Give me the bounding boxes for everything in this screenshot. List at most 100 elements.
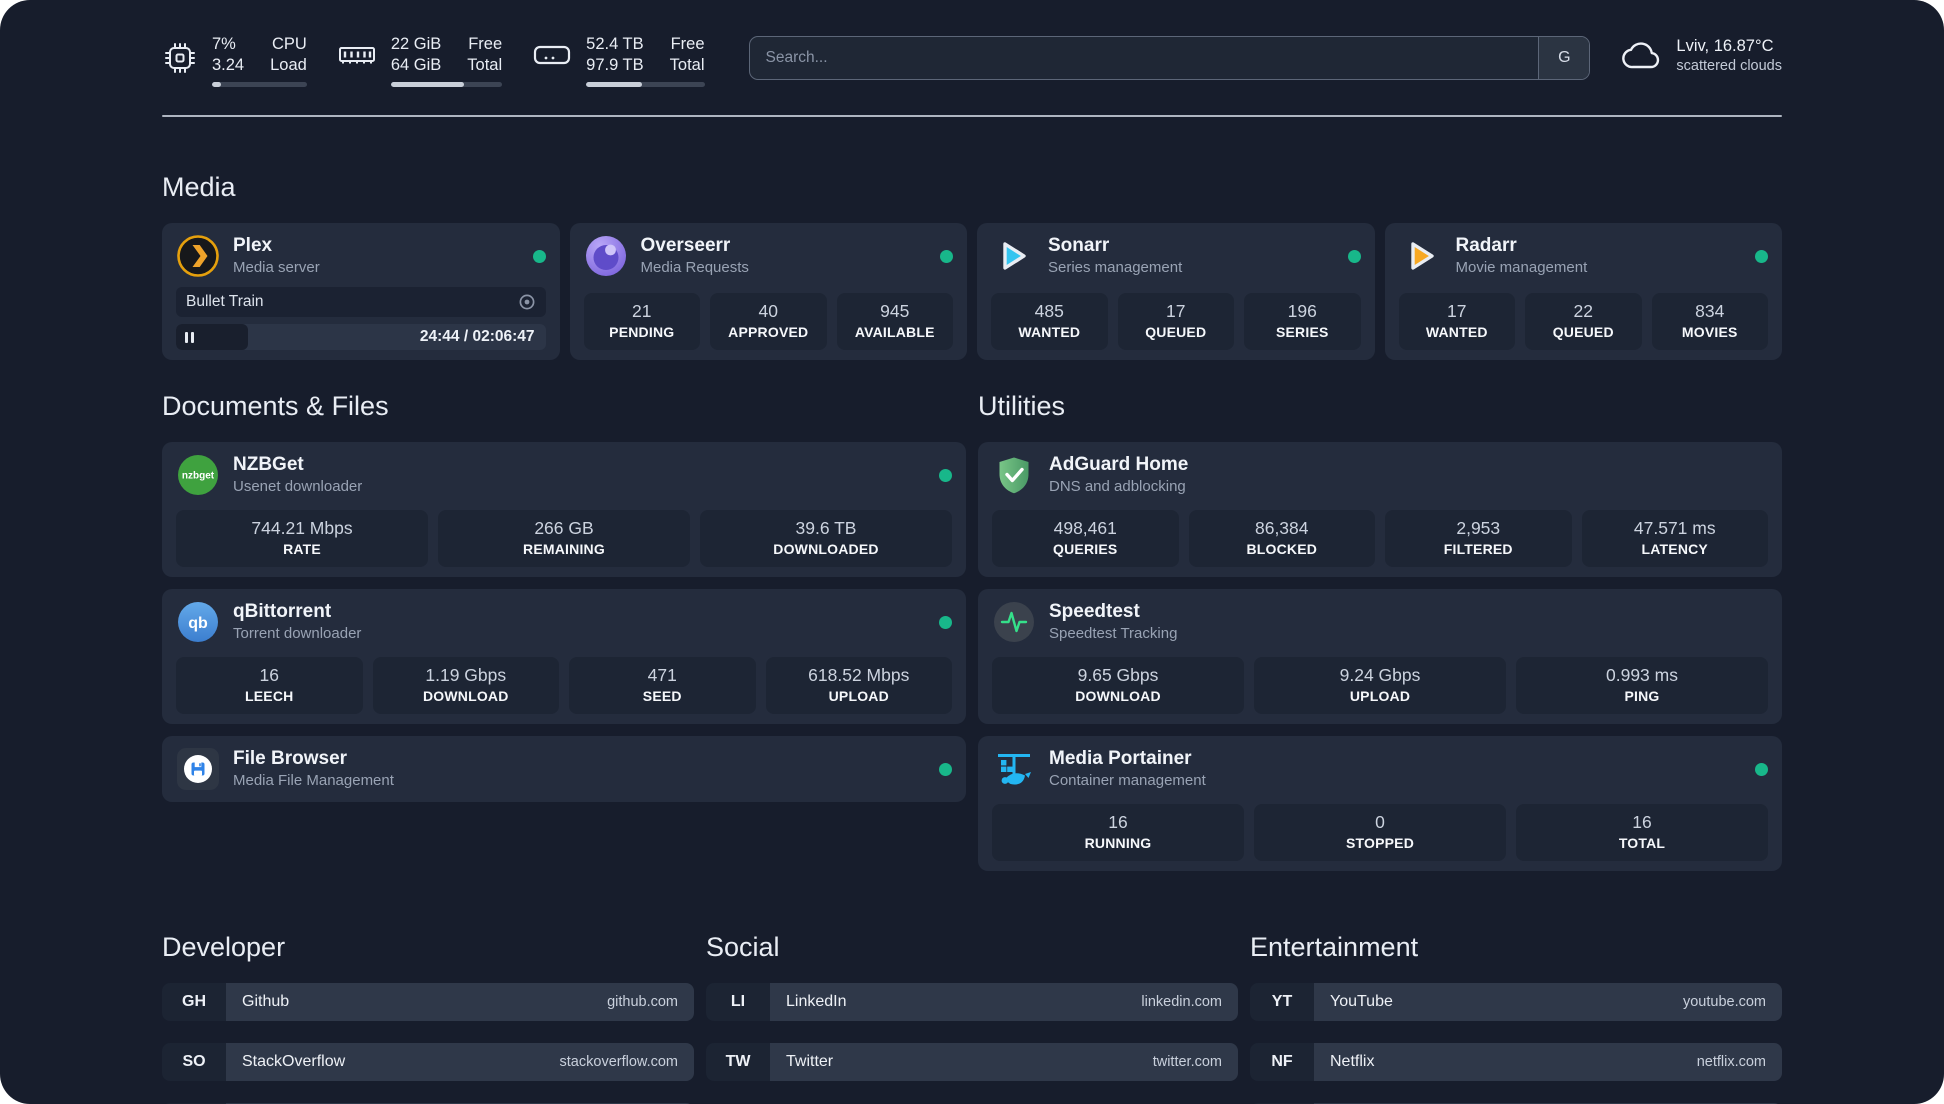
link-stackoverflow[interactable]: SO StackOverflow stackoverflow.com [162, 1043, 694, 1081]
app-desc: Speedtest Tracking [1049, 625, 1178, 642]
playback-progress: 24:44 / 02:06:47 [176, 324, 546, 350]
nzbget-card[interactable]: nzbget NZBGet Usenet downloader 744.21 M… [162, 442, 966, 577]
header-divider [162, 115, 1782, 117]
plex-card[interactable]: Plex Media server Bullet Train 24:44 / 0… [162, 223, 560, 360]
stat-series: 196 SERIES [1244, 293, 1361, 350]
stat-stopped: 0 STOPPED [1254, 804, 1506, 861]
disk-free-label: Free [670, 35, 705, 53]
documents-column: Documents & Files nzbget NZBGet Usenet d… [162, 390, 966, 802]
status-dot [1347, 249, 1361, 263]
link-twitter[interactable]: TW Twitter twitter.com [706, 1043, 1238, 1081]
media-grid: Plex Media server Bullet Train 24:44 / 0… [162, 223, 1782, 360]
plex-icon [176, 234, 220, 278]
link-url: stackoverflow.com [559, 1054, 678, 1070]
disk-total: 97.9 TB [586, 56, 644, 74]
cpu-label: CPU [272, 35, 307, 53]
link-abbr: YT [1250, 983, 1314, 1021]
app-name: Plex [233, 235, 273, 256]
stat-upload: 618.52 Mbps UPLOAD [765, 657, 952, 714]
disk-drive-icon [532, 34, 572, 70]
section-title-social: Social [706, 932, 780, 962]
cpu-load: 3.24 [212, 56, 245, 74]
link-github[interactable]: GH Github github.com [162, 983, 694, 1021]
app-name: qBittorrent [233, 601, 332, 622]
stat-available: 945 AVAILABLE [836, 293, 953, 350]
developer-section: Developer GH Github github.com SO StackO… [162, 931, 694, 1104]
stat-wanted: 485 WANTED [991, 293, 1108, 350]
pause-button[interactable] [185, 331, 194, 343]
link-linkedin[interactable]: LI LinkedIn linkedin.com [706, 983, 1238, 1021]
app-desc: Movie management [1455, 259, 1588, 276]
stat-download: 9.65 Gbps DOWNLOAD [992, 657, 1244, 714]
portainer-card[interactable]: Media Portainer Container management 16 … [978, 736, 1782, 871]
now-playing-row: Bullet Train [176, 287, 546, 317]
entertainment-section: Entertainment YT YouTube youtube.com NF … [1250, 931, 1782, 1104]
link-url: netflix.com [1696, 1054, 1766, 1070]
ram-stat: 22 GiB Free 64 GiB Total [337, 34, 503, 87]
link-label: StackOverflow [242, 1053, 346, 1070]
section-title-entertainment: Entertainment [1250, 932, 1419, 962]
weather-widget: Lviv, 16.87°C scattered clouds [1620, 36, 1782, 76]
link-label: LinkedIn [786, 993, 847, 1010]
speedtest-card[interactable]: Speedtest Speedtest Tracking 9.65 Gbps D… [978, 589, 1782, 724]
search-bar[interactable]: G [748, 36, 1591, 80]
link-label: YouTube [1330, 993, 1393, 1010]
app-name: Sonarr [1048, 235, 1110, 256]
disk-progress-fill [586, 82, 642, 87]
status-dot [939, 468, 952, 482]
search-input[interactable] [749, 37, 1539, 79]
ram-progress-fill [390, 82, 465, 87]
cpu-progress-fill [212, 82, 222, 87]
cloud-icon [1620, 39, 1664, 73]
dashboard: 7% CPU 3.24 Load 22 GiB Free 64 GiB Total [0, 0, 1944, 1104]
app-desc: DNS and adblocking [1049, 478, 1186, 495]
stat-approved: 40 APPROVED [710, 293, 827, 350]
disk-progress-track [586, 82, 705, 87]
system-stats: 7% CPU 3.24 Load 22 GiB Free 64 GiB Total [162, 34, 705, 87]
social-section: Social LI LinkedIn linkedin.com TW Twitt… [706, 931, 1238, 1081]
stat-remaining: 266 GB REMAINING [438, 510, 690, 567]
app-desc: Media File Management [233, 772, 394, 789]
ram-free: 22 GiB [390, 35, 442, 53]
app-name: NZBGet [233, 454, 304, 475]
status-dot [940, 249, 953, 263]
overseerr-card[interactable]: Overseerr Media Requests 21 PENDING 40 A… [569, 223, 967, 360]
search-engine-button[interactable]: G [1538, 37, 1590, 79]
cpu-stat: 7% CPU 3.24 Load [162, 34, 307, 87]
app-name: Overseerr [640, 235, 731, 256]
status-dot [1755, 249, 1768, 263]
app-desc: Torrent downloader [233, 625, 362, 642]
header-bar: 7% CPU 3.24 Load 22 GiB Free 64 GiB Total [162, 34, 1782, 87]
link-youtube[interactable]: YT YouTube youtube.com [1250, 983, 1782, 1021]
ram-total-label: Total [467, 56, 503, 74]
filebrowser-icon [176, 747, 220, 791]
stat-queued: 22 QUEUED [1525, 293, 1642, 350]
ram-progress-track [390, 82, 503, 87]
link-label: Github [242, 993, 290, 1010]
link-label: Twitter [786, 1053, 834, 1070]
stat-movies: 834 MOVIES [1651, 293, 1768, 350]
link-url: youtube.com [1682, 994, 1766, 1010]
qbittorrent-card[interactable]: qb qBittorrent Torrent downloader 16 LEE… [162, 589, 966, 724]
radarr-card[interactable]: Radarr Movie management 17 WANTED 22 QUE… [1384, 223, 1782, 360]
stat-queries: 498,461 QUERIES [992, 510, 1179, 567]
cpu-load-label: Load [270, 56, 307, 74]
link-url: github.com [607, 994, 678, 1010]
stat-blocked: 86,384 BLOCKED [1188, 510, 1375, 567]
utilities-column: Utilities AdGuard Home DNS and adblockin… [978, 390, 1782, 871]
sonarr-card[interactable]: Sonarr Series management 485 WANTED 17 Q… [977, 223, 1375, 360]
link-netflix[interactable]: NF Netflix netflix.com [1250, 1043, 1782, 1081]
status-dot [532, 249, 546, 263]
link-abbr: LI [706, 983, 770, 1021]
now-playing-title: Bullet Train [186, 293, 264, 310]
playback-time: 24:44 / 02:06:47 [419, 328, 535, 345]
filebrowser-card[interactable]: File Browser Media File Management [162, 736, 966, 802]
disk-stat: 52.4 TB Free 97.9 TB Total [532, 34, 705, 87]
stat-pending: 21 PENDING [583, 293, 700, 350]
cpu-percent: 7% [212, 35, 236, 53]
nzbget-icon: nzbget [176, 453, 220, 497]
app-desc: Usenet downloader [233, 478, 363, 495]
adguard-card[interactable]: AdGuard Home DNS and adblocking 498,461 … [978, 442, 1782, 577]
app-name: Speedtest [1049, 601, 1140, 622]
app-desc: Container management [1049, 772, 1206, 789]
